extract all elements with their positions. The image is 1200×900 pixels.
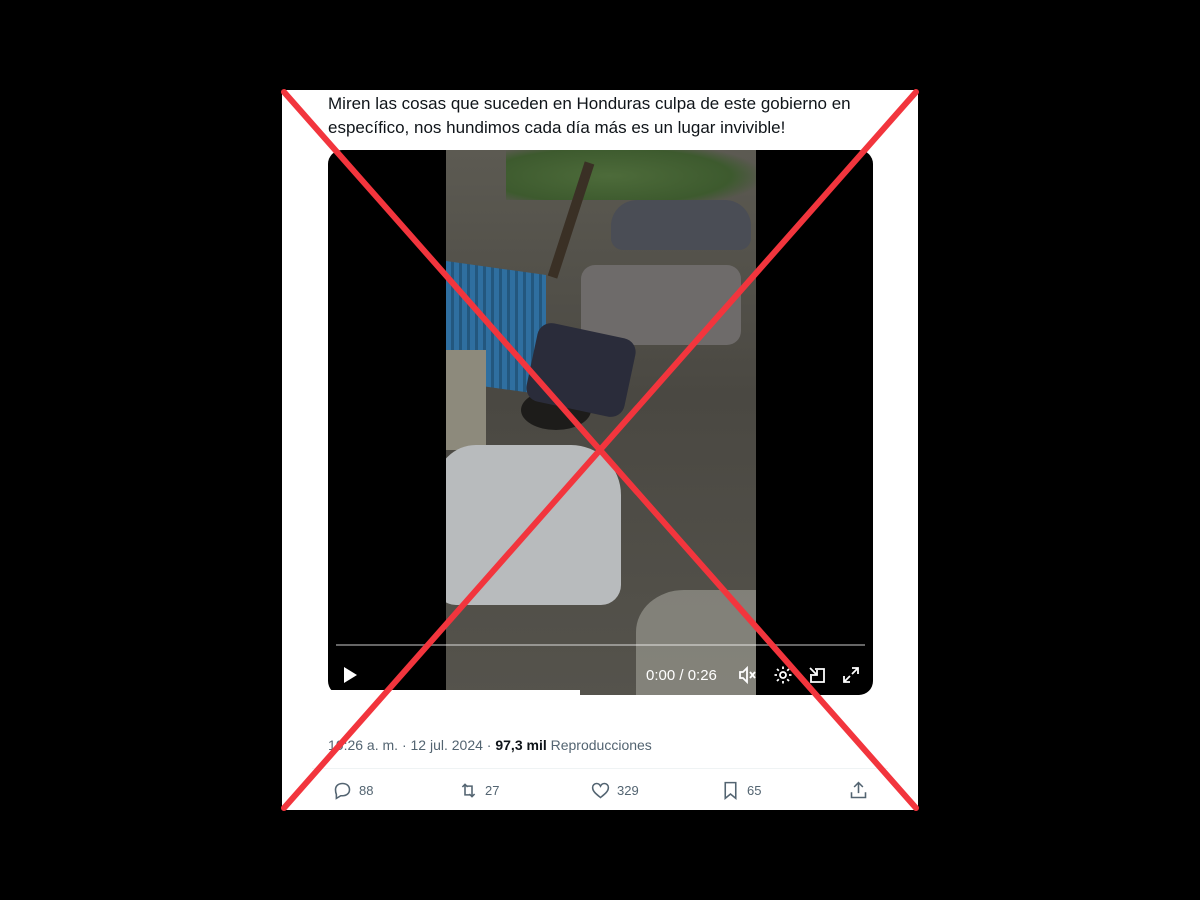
wall	[446, 350, 486, 450]
views-label: Reproducciones	[550, 737, 652, 753]
bookmark-icon	[724, 781, 737, 801]
action-bar: 88 27 329 65	[328, 780, 878, 810]
video-controls: 0:00 / 0:26	[328, 655, 873, 695]
reply-button[interactable]: 88	[332, 780, 373, 801]
dock-button[interactable]	[804, 655, 830, 695]
video-progress-bar[interactable]	[336, 644, 865, 646]
share-icon	[850, 781, 867, 799]
repost-count: 27	[485, 783, 500, 798]
picture-in-picture-icon	[809, 667, 825, 683]
video-time: 0:00 / 0:26	[646, 666, 717, 684]
reply-count: 88	[359, 783, 374, 798]
bookmark-button[interactable]: 65	[720, 780, 761, 801]
play-button[interactable]	[336, 655, 364, 695]
views-count: 97,3 mil	[495, 737, 547, 753]
like-count: 329	[617, 783, 639, 798]
divider	[312, 768, 888, 769]
volume-button[interactable]	[734, 655, 760, 695]
heart-icon	[591, 782, 610, 799]
fullscreen-button[interactable]	[838, 655, 864, 695]
video-player[interactable]: 0:00 / 0:26	[328, 150, 873, 695]
tweet-text: Miren las cosas que suceden en Honduras …	[328, 94, 851, 137]
like-button[interactable]: 329	[590, 780, 639, 801]
meta-separator: ·	[401, 737, 407, 753]
covered-car-near	[446, 445, 621, 605]
grey-car	[581, 265, 741, 345]
tree-canopy	[506, 150, 756, 200]
speech-bubble-icon	[334, 782, 351, 800]
gear-icon	[774, 666, 792, 684]
play-icon	[344, 667, 357, 683]
tweet-card: Miren las cosas que suceden en Honduras …	[282, 90, 918, 810]
tweet-meta: 10:26 a. m. · 12 jul. 2024 · 97,3 mil Re…	[328, 737, 652, 753]
volume-icon	[739, 665, 756, 685]
bookmark-count: 65	[747, 783, 762, 798]
video-frame	[446, 150, 756, 695]
white-patch	[312, 690, 580, 730]
tweet-date[interactable]: 12 jul. 2024	[411, 737, 483, 753]
repost-icon	[461, 783, 476, 798]
settings-button[interactable]	[770, 655, 796, 695]
covered-car-far	[611, 200, 751, 250]
repost-button[interactable]: 27	[458, 780, 499, 801]
share-button[interactable]	[848, 780, 869, 801]
ellipsis-fragment: ..	[281, 764, 289, 780]
meta-separator: ·	[486, 737, 492, 753]
tweet-time[interactable]: 10:26 a. m.	[328, 737, 398, 753]
expand-icon	[843, 667, 859, 683]
